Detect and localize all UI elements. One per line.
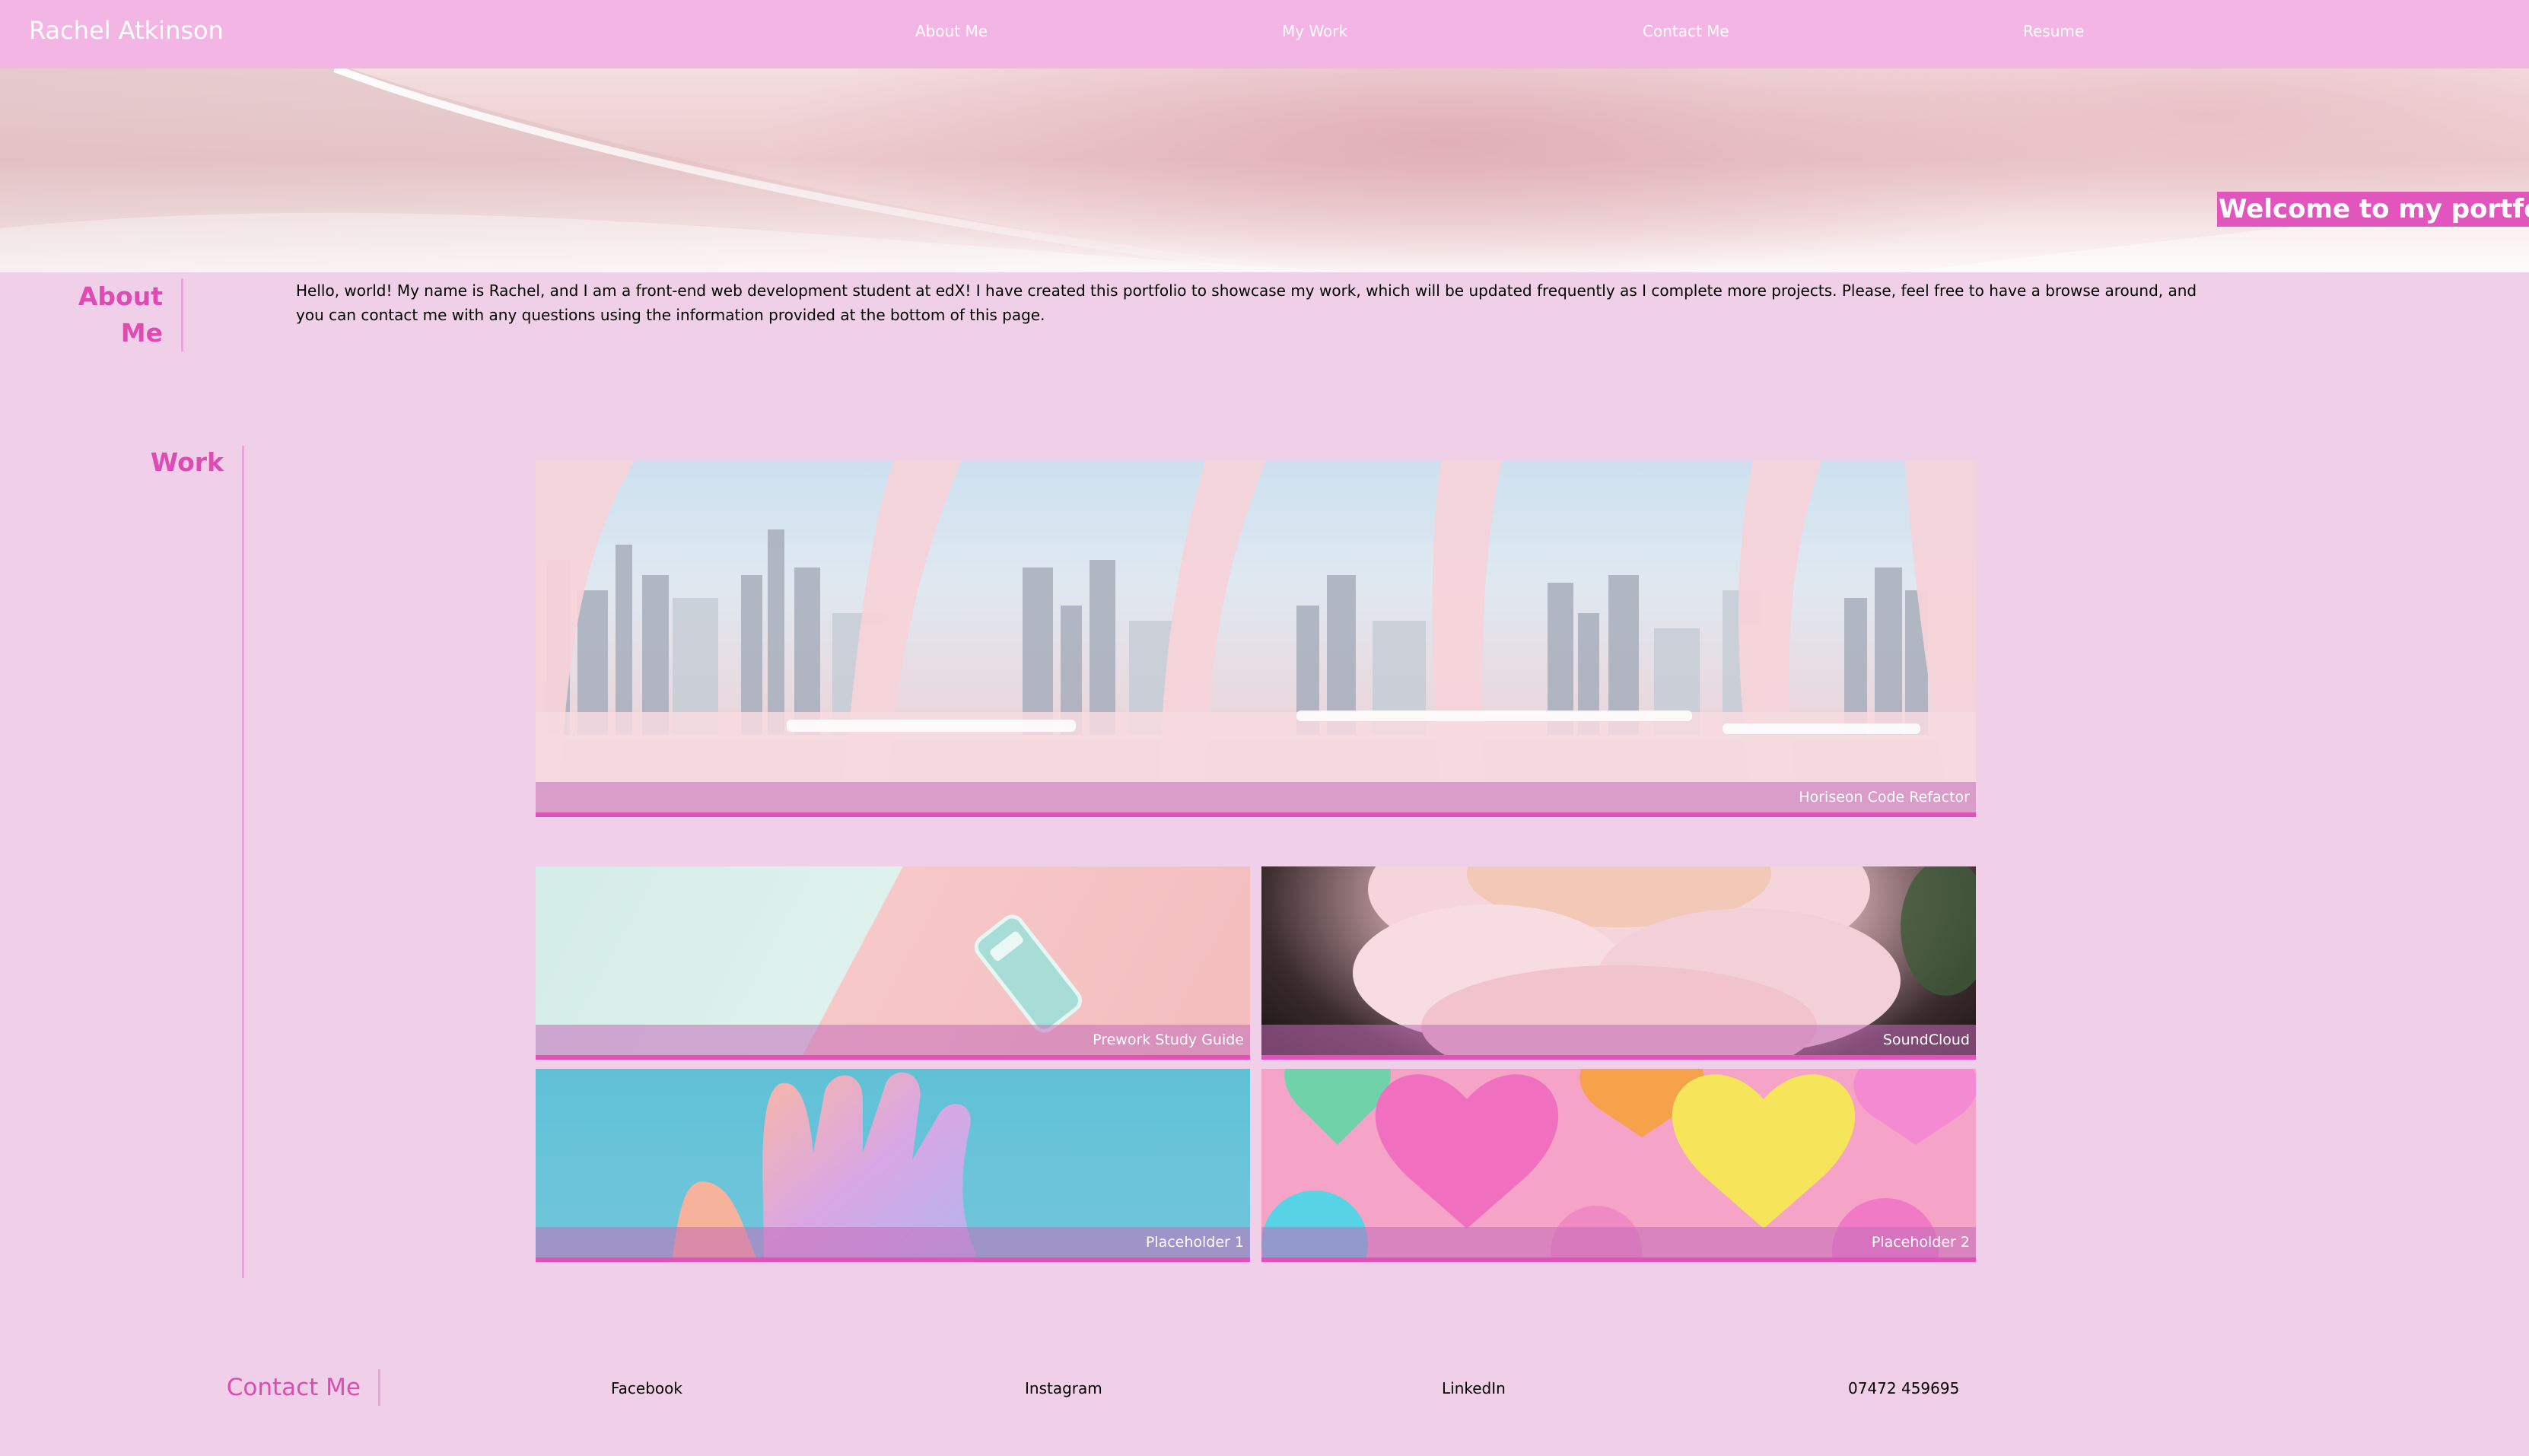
caption-bar [536,782,1976,812]
project-card-placeholder-2[interactable]: Placeholder 2 [1261,1069,1976,1262]
nav-link-resume[interactable]: Resume [2023,21,2084,41]
project-card-horiseon[interactable]: Horiseon Code Refactor [536,461,1976,817]
about-heading: About Me [78,281,163,348]
project-title-soundcloud: SoundCloud [1882,1032,1970,1048]
nav-link-my-work[interactable]: My Work [1282,21,1347,41]
project-card-prework[interactable]: Prework Study Guide [536,866,1250,1060]
caption-bar [1261,1025,1976,1055]
nav-link-about-me[interactable]: About Me [915,21,988,41]
contact-link-instagram[interactable]: Instagram [1025,1378,1102,1398]
project-card-placeholder-1[interactable]: Placeholder 1 [536,1069,1250,1262]
caption-bar [1261,1227,1976,1257]
contact-link-facebook[interactable]: Facebook [611,1378,682,1398]
project-title-prework: Prework Study Guide [1093,1032,1244,1048]
about-divider [181,278,183,351]
caption-bar [536,1227,1250,1257]
site-title[interactable]: Rachel Atkinson [29,14,224,47]
hero-background-art [0,68,2529,272]
welcome-banner: Welcome to my portfolio! [2217,192,2529,227]
about-text: Hello, world! My name is Rachel, and I a… [296,281,2197,324]
site-header: Rachel Atkinson About Me My Work Contact… [0,0,2529,68]
contact-divider [378,1369,380,1406]
project-title-horiseon: Horiseon Code Refactor [1799,789,1970,806]
project-card-soundcloud[interactable]: SoundCloud [1261,866,1976,1060]
contact-link-linkedin[interactable]: LinkedIn [1442,1378,1506,1398]
work-divider [242,446,244,1278]
hero-banner: Welcome to my portfolio! [0,68,2529,272]
work-heading: Work [150,447,224,477]
nav-link-contact-me[interactable]: Contact Me [1643,21,1729,41]
contact-phone[interactable]: 07472 459695 [1848,1378,1959,1398]
city-interior-image [536,461,1976,812]
project-title-placeholder-1: Placeholder 1 [1145,1234,1244,1251]
contact-heading: Contact Me [226,1374,361,1401]
project-title-placeholder-2: Placeholder 2 [1871,1234,1970,1251]
